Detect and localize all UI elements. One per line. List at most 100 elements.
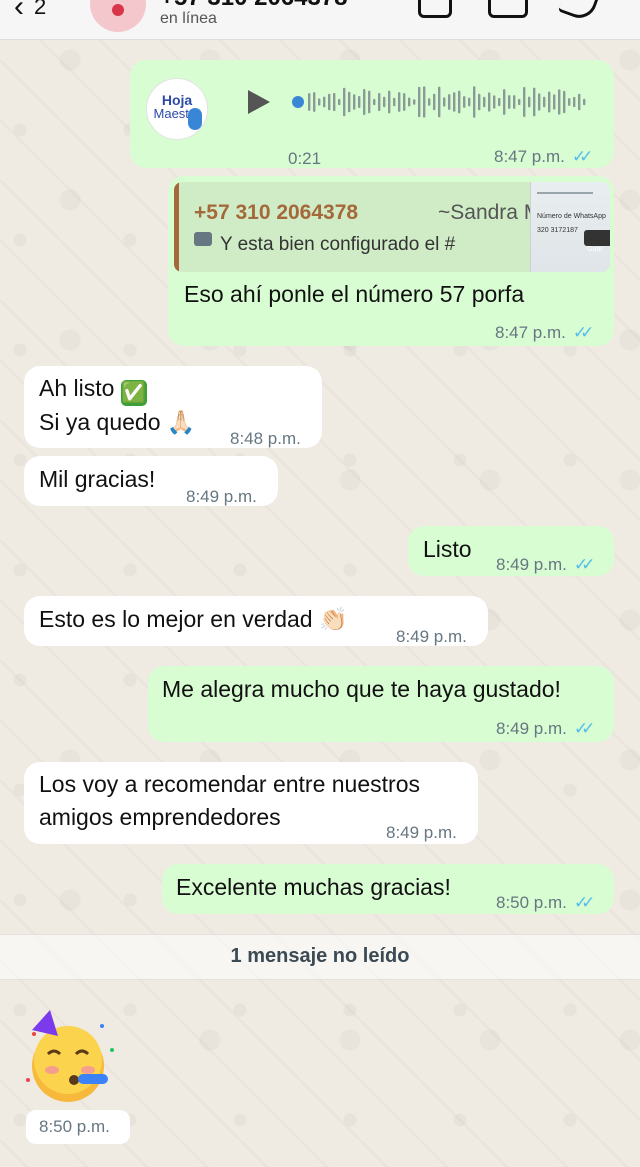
read-ticks-icon: ✓✓ [573, 719, 595, 738]
waveform-bar [583, 98, 586, 106]
audio-waveform[interactable] [292, 84, 592, 120]
message-time: 8:47 p.m. ✓✓ [495, 316, 594, 349]
message-time: 8:49 p.m. [396, 627, 467, 646]
waveform-bar [348, 91, 351, 113]
waveform-bar [313, 92, 316, 112]
avatar[interactable] [90, 0, 146, 32]
waveform-bar [508, 95, 511, 109]
camera-icon [194, 232, 212, 246]
waveform-bar [423, 86, 426, 118]
waveform-bar [538, 93, 541, 111]
waveform-bar [463, 96, 466, 108]
waveform-bar [478, 93, 481, 111]
waveform-bar [503, 89, 506, 115]
incoming-message[interactable]: Ah listo ✅ Si ya quedo 🙏🏻 8:48 p.m. [24, 366, 322, 448]
quote-thumbnail: Número de WhatsApp 320 3172187 Guar [530, 182, 610, 272]
message-time: 8:49 p.m. ✓✓ [496, 548, 595, 581]
waveform-bar [483, 96, 486, 108]
waveform-bar [368, 90, 371, 114]
waveform-bar [328, 93, 331, 111]
voice-message[interactable]: Hoja Maestra 0:21 8:47 p.m. ✓✓ [130, 60, 614, 168]
contact-status: en línea [160, 10, 217, 27]
check-mark-emoji: ✅ [120, 380, 147, 406]
waveform-bar [383, 96, 386, 108]
message-time: 8:47 p.m. ✓✓ [494, 140, 593, 173]
message-text: Esto es lo mejor en verdad 👏🏻 [39, 603, 348, 637]
waveform-bar [393, 97, 396, 107]
chat-header: ‹ 2 +57 310 2064378 en línea [0, 0, 640, 40]
waveform-bar [433, 93, 436, 111]
logo-text-line1: Hoja [161, 92, 193, 108]
back-chevron-icon: ‹ [14, 0, 24, 23]
waveform-bar [488, 92, 491, 112]
waveform-bar [438, 86, 441, 118]
waveform-bar [533, 87, 536, 117]
message-text: Si ya quedo 🙏🏻 [39, 406, 196, 440]
waveform-bar [548, 91, 551, 113]
party-face-sticker[interactable] [22, 1010, 122, 1106]
incoming-message[interactable]: Esto es lo mejor en verdad 👏🏻 8:49 p.m. [24, 596, 488, 646]
waveform-bar [373, 98, 376, 106]
voice-duration: 0:21 [288, 149, 322, 168]
message-text: Ah listo ✅ [39, 375, 147, 406]
message-time: 8:49 p.m. [386, 823, 457, 842]
phone-call-icon[interactable] [557, 0, 601, 23]
clapping-hands-emoji: 👏🏻 [318, 607, 348, 633]
thumb-button: Guar [584, 230, 610, 253]
thumb-number: 320 3172187 [537, 227, 578, 234]
message-text: Los voy a recomendar entre nuestros amig… [39, 771, 420, 830]
waveform-bar [378, 93, 381, 111]
waveform-bar [443, 97, 446, 107]
message-time: 8:49 p.m. [186, 487, 257, 506]
read-ticks-icon: ✓✓ [572, 323, 594, 342]
read-ticks-icon: ✓✓ [571, 147, 593, 166]
waveform-bar [363, 89, 366, 115]
message-text: Eso ahí ponle el número 57 porfa [184, 281, 525, 307]
waveform-bar [308, 93, 311, 111]
message-text: Excelente muchas gracias! [176, 874, 451, 900]
waveform-bar [453, 92, 456, 112]
waveform-bar [338, 98, 341, 106]
waveform-bar [343, 87, 346, 117]
waveform-bar [523, 87, 526, 117]
message-time: 8:50 p.m. ✓✓ [496, 886, 595, 919]
outgoing-message[interactable]: Listo 8:49 p.m. ✓✓ [408, 526, 614, 576]
waveform-bar [528, 96, 531, 108]
read-ticks-icon: ✓✓ [573, 555, 595, 574]
waveform-bar [498, 97, 501, 107]
microphone-icon [188, 108, 202, 130]
message-text: Me alegra mucho que te haya gustado! [162, 676, 561, 702]
waveform-bar [388, 90, 391, 114]
back-button[interactable]: ‹ 2 [14, 0, 46, 24]
reply-message[interactable]: +57 310 2064378 ~Sandra Mar Y esta bien … [168, 176, 614, 346]
play-icon[interactable] [248, 90, 270, 114]
waveform-bar [468, 97, 471, 107]
waveform-bar [543, 96, 546, 108]
waveform-bar [398, 92, 401, 112]
contact-card-icon[interactable] [418, 0, 452, 18]
unread-divider: 1 mensaje no leído [0, 934, 640, 980]
waveform-bar [418, 86, 421, 118]
outgoing-message[interactable]: Me alegra mucho que te haya gustado! 8:4… [148, 666, 614, 742]
outgoing-message[interactable]: Excelente muchas gracias! 8:50 p.m. ✓✓ [162, 864, 614, 914]
incoming-message[interactable]: Los voy a recomendar entre nuestros amig… [24, 762, 478, 844]
waveform-bar [318, 98, 321, 106]
waveform-bar [573, 96, 576, 108]
praying-hands-emoji: 🙏🏻 [166, 410, 196, 436]
waveform-bar [563, 90, 566, 114]
waveform-bar [428, 98, 431, 106]
sticker-time-bubble: 8:50 p.m. [26, 1110, 130, 1144]
waveform-bar [518, 98, 521, 106]
message-time: 8:49 p.m. ✓✓ [496, 712, 595, 745]
incoming-message[interactable]: Mil gracias! 8:49 p.m. [24, 456, 278, 506]
message-time: 8:50 p.m. [39, 1117, 110, 1136]
message-text: Mil gracias! [39, 466, 156, 492]
video-call-icon[interactable] [488, 0, 528, 18]
waveform-bar [448, 94, 451, 110]
quote-sender: +57 310 2064378 [194, 201, 359, 224]
waveform-bar [568, 98, 571, 106]
quoted-message[interactable]: +57 310 2064378 ~Sandra Mar Y esta bien … [174, 182, 610, 272]
quote-accent-bar [174, 182, 179, 272]
waveform-bar [578, 93, 581, 111]
waveform-playhead[interactable] [292, 96, 304, 108]
